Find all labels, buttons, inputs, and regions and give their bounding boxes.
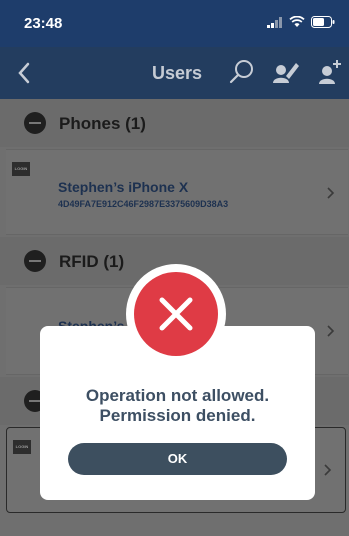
error-message-line2: Permission denied. [99,406,256,425]
close-x-icon [159,297,193,331]
ok-button[interactable]: OK [68,443,287,475]
error-icon [134,272,218,356]
error-message-line1: Operation not allowed. [85,386,270,405]
modal-overlay: Operation not allowed. Permission denied… [0,0,349,536]
error-message: Operation not allowed. Permission denied… [40,386,315,426]
